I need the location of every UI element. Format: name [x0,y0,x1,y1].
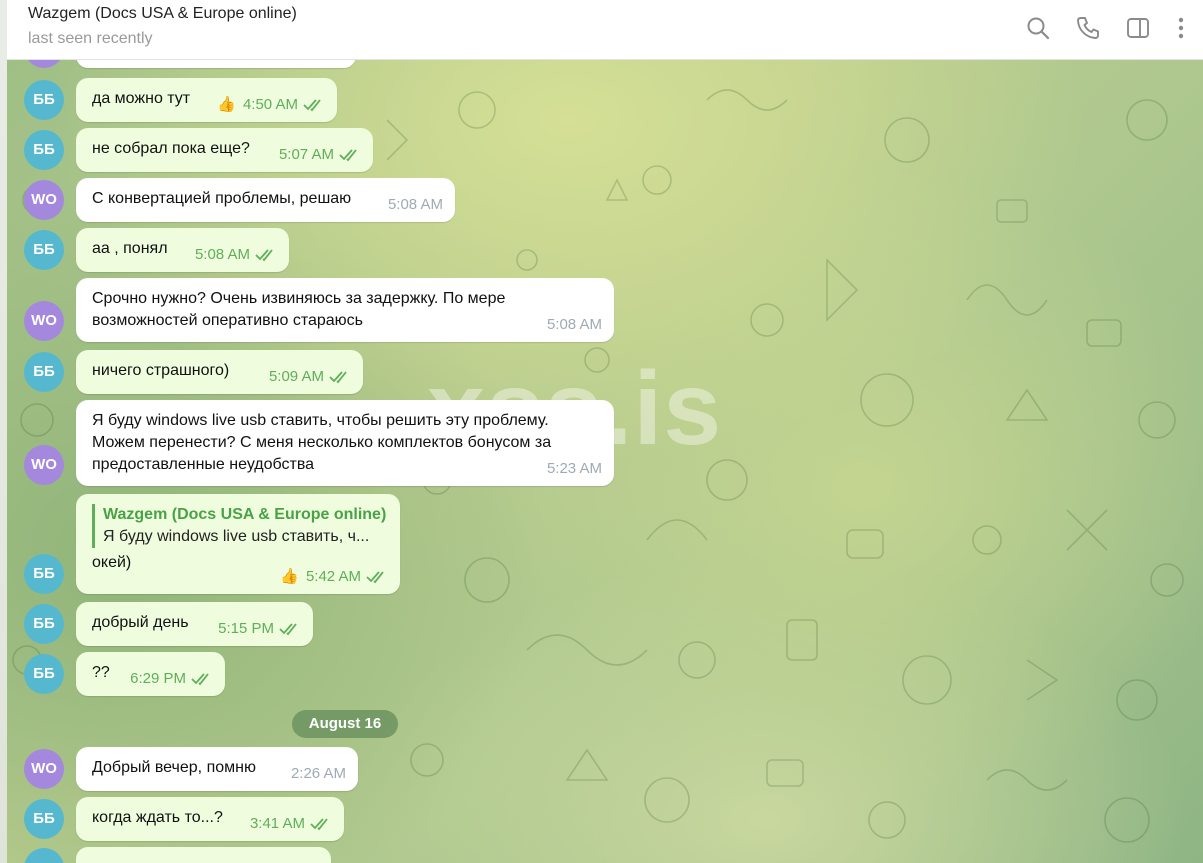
chat-title[interactable]: Wazgem (Docs USA & Europe online) [28,5,297,23]
message-bubble[interactable]: добрый день 5:15 PM [76,602,313,646]
message-bubble-reply[interactable]: Wazgem (Docs USA & Europe online) Я буду… [76,494,400,594]
reply-text: Я буду windows live usb ставить, ч... [103,528,370,545]
message-meta: 5:23 AM [547,458,602,480]
message-bubble[interactable]: С конвертацией проблемы, решаю 5:08 AM [76,178,455,222]
message-time: 6:29 PM [130,670,186,687]
more-icon[interactable] [1167,14,1195,42]
message-meta: 5:08 AM [195,244,277,266]
message-bubble[interactable]: Срочно нужно? Очень извиняюсь за задержк… [76,278,614,342]
double-check-icon [366,571,384,584]
avatar[interactable]: ББ [24,230,64,270]
message-time: 5:07 AM [278,146,334,163]
avatar[interactable]: ББ [24,352,64,392]
message-meta: 6:29 PM [130,668,213,690]
double-check-icon [303,99,321,112]
message-time: 5:08 AM [387,196,443,213]
avatar[interactable]: WO [24,749,64,789]
avatar[interactable]: ББ [24,654,64,694]
message-meta: 5:08 AM [388,194,443,216]
avatar[interactable]: WO [24,180,64,220]
double-check-icon [255,249,273,262]
message-bubble[interactable]: Добрый вечер, помню 2:26 AM [76,747,358,791]
message-bubble[interactable]: не собрал пока еще? 5:07 AM [76,128,373,172]
message-time: 3:41 AM [249,815,305,832]
message-bubble[interactable]: да можно тут 👍 4:50 AM [76,78,337,122]
avatar[interactable]: ББ [24,80,64,120]
message-time: 5:23 AM [546,460,602,477]
chat-status: last seen recently [28,30,153,47]
message-time: 2:26 AM [290,765,346,782]
message-text: С конвертацией проблемы, решаю [92,190,352,207]
message-bubble[interactable]: аа , понял 5:08 AM [76,228,289,272]
message-meta: 5:15 PM [218,618,301,640]
message-meta: 5:09 AM [269,366,351,388]
message-time: 4:50 AM [242,96,298,113]
avatar[interactable]: WO [24,445,64,485]
double-check-icon [329,371,347,384]
phone-icon[interactable] [1074,14,1102,42]
search-icon[interactable] [1024,14,1052,42]
message-time: 5:15 PM [218,620,274,637]
message-meta: 👍 4:50 AM [217,94,325,116]
avatar[interactable]: ББ [24,799,64,839]
message-meta: 2:26 AM [291,763,346,785]
avatar[interactable]: ББ [24,130,64,170]
sidebar-toggle-icon[interactable] [1124,14,1152,42]
message-time: 5:08 AM [194,246,250,263]
message-meta: 3:41 AM [250,813,332,835]
chat-area[interactable]: xss.is ББ да можно тут 👍 4:50 AM ББ не с… [7,60,1203,863]
double-check-icon [191,673,209,686]
date-separator: August 16 [292,710,398,738]
message-text-line: предоставленные неудобства [92,456,315,473]
reply-author: Wazgem (Docs USA & Europe online) [103,506,387,523]
left-panel-edge [0,0,7,863]
message-meta: 5:07 AM [279,144,361,166]
reply-quote[interactable]: Wazgem (Docs USA & Europe online) Я буду… [92,504,387,548]
avatar[interactable]: ББ [24,554,64,594]
message-bubble-partial [76,847,331,863]
message-text-line: возможностей оперативно стараюсь [92,312,363,329]
chat-header[interactable]: Wazgem (Docs USA & Europe online) last s… [7,0,1203,60]
avatar[interactable]: WO [24,301,64,341]
message-text-line: Можем перенести? С меня несколько компле… [92,434,552,451]
double-check-icon [310,818,328,831]
message-text-line: Я буду windows live usb ставить, чтобы р… [92,412,549,429]
message-bubble-partial [76,60,356,68]
message-time: 5:09 AM [268,368,324,385]
double-check-icon [339,149,357,162]
message-meta: 👍 5:42 AM [280,566,388,588]
message-bubble[interactable]: ?? 6:29 PM [76,652,225,696]
message-meta: 5:08 AM [547,314,602,336]
message-time: 5:08 AM [546,316,602,333]
message-bubble[interactable]: когда ждать то...? 3:41 AM [76,797,344,841]
thumbs-up-reaction[interactable]: 👍 [280,566,299,588]
thumbs-up-reaction[interactable]: 👍 [217,94,236,116]
double-check-icon [279,623,297,636]
avatar[interactable]: ББ [24,604,64,644]
message-text-line: Срочно нужно? Очень извиняюсь за задержк… [92,290,506,307]
message-bubble[interactable]: ничего страшного) 5:09 AM [76,350,363,394]
message-time: 5:42 AM [305,568,361,585]
message-bubble[interactable]: Я буду windows live usb ставить, чтобы р… [76,400,614,486]
